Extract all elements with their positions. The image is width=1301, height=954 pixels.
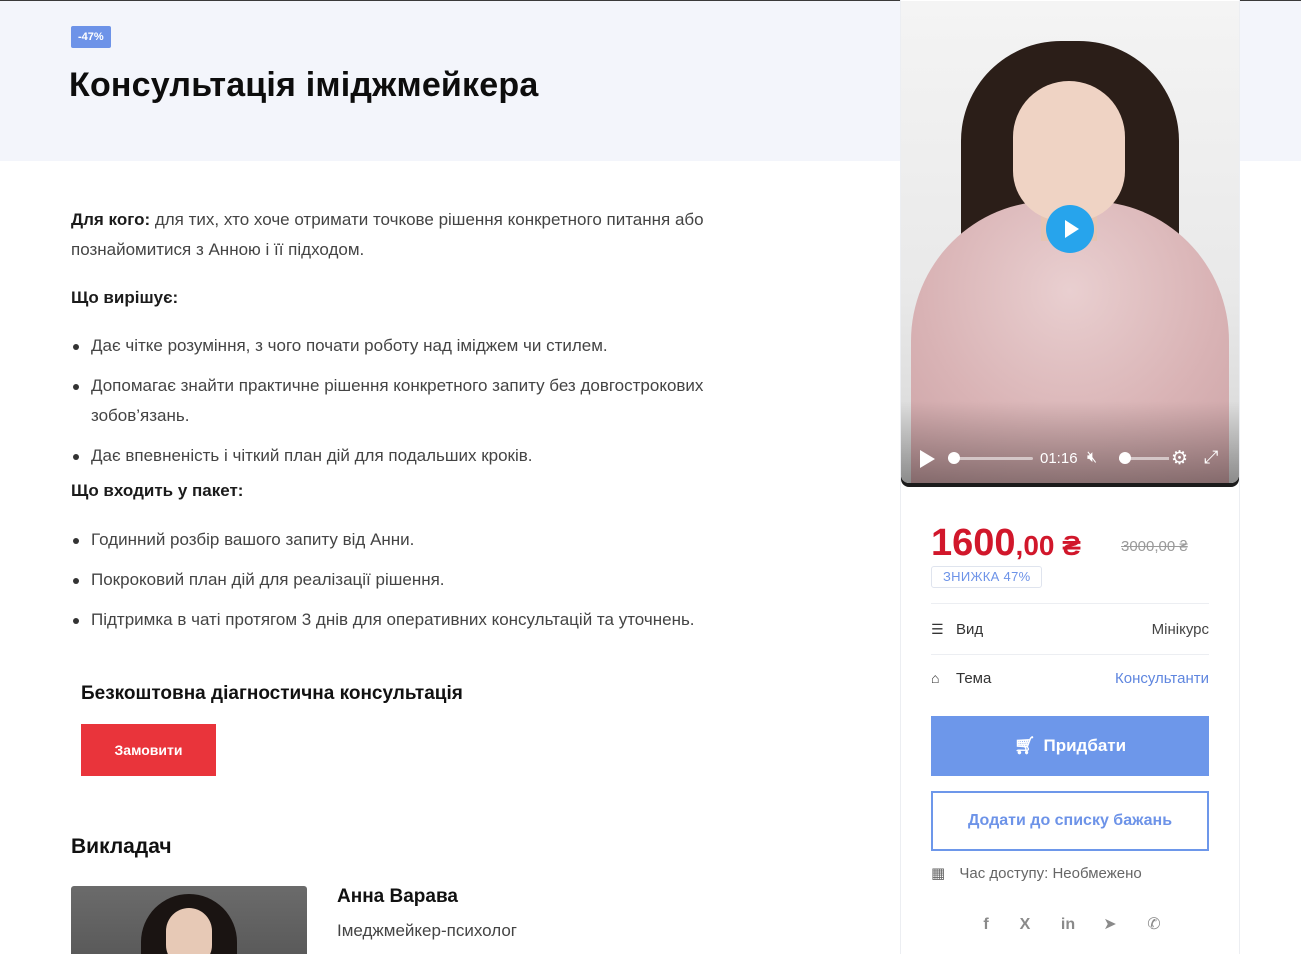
teacher-name[interactable]: Анна Варава: [337, 886, 458, 908]
access-info: ▦ Час доступу: Необмежено: [931, 864, 1142, 882]
progress-knob[interactable]: [948, 452, 960, 464]
course-description: Для кого: для тих, хто хоче отримати точ…: [71, 205, 791, 635]
mute-icon[interactable]: 🔇︎: [1087, 449, 1097, 467]
teacher-photo[interactable]: [71, 886, 307, 954]
type-row: ☰ Вид Мінікурс: [931, 619, 1209, 641]
page-title: Консультація іміджмейкера: [69, 66, 539, 104]
old-price: 3000,00 ₴: [1121, 538, 1188, 555]
volume-knob[interactable]: [1119, 452, 1131, 464]
list-item: Дає чітке розуміння, з чого почати робот…: [71, 331, 791, 361]
topic-row: ⌂ Тема Консультанти: [931, 668, 1209, 690]
for-whom-paragraph: Для кого: для тих, хто хоче отримати точ…: [71, 205, 791, 265]
list-item: Годинний розбір вашого запиту від Анни.: [71, 525, 791, 555]
x-icon[interactable]: X: [1014, 914, 1036, 936]
wishlist-button[interactable]: Додати до списку бажань: [931, 791, 1209, 851]
divider: [931, 603, 1209, 604]
tag-icon: ⌂: [931, 670, 940, 686]
facebook-icon[interactable]: f: [975, 914, 997, 936]
video-face: [1013, 81, 1125, 221]
video-time: 01:16: [1040, 450, 1078, 467]
teacher-role: Імеджмейкер-психолог: [337, 921, 517, 940]
cart-icon: 🛒︎: [1013, 736, 1036, 755]
buy-button[interactable]: 🛒︎ Придбати: [931, 716, 1209, 776]
photo-face: [166, 908, 212, 954]
settings-gear-icon[interactable]: ⚙: [1171, 447, 1188, 470]
current-price: 1600,00 ₴: [931, 522, 1081, 565]
type-label: Вид: [956, 621, 984, 638]
divider: [931, 654, 1209, 655]
teacher-heading: Викладач: [71, 835, 172, 858]
for-whom-text: для тих, хто хоче отримати точкове рішен…: [71, 210, 704, 259]
volume-slider[interactable]: [1119, 452, 1169, 464]
order-button[interactable]: Замовити: [81, 724, 216, 776]
package-heading: Що входить у пакет:: [71, 481, 244, 500]
list-item: Дає впевненість і чіткий план дій для по…: [71, 441, 791, 471]
calendar-icon: ▦: [931, 865, 946, 882]
video-player[interactable]: 01:16 🔇︎ ⚙ ⤢: [901, 1, 1239, 483]
price-cents: ,00 ₴: [1015, 530, 1081, 561]
price-main: 1600: [931, 522, 1016, 564]
list-item: Покроковий план дій для реалізації рішен…: [71, 565, 791, 595]
topic-link[interactable]: Консультанти: [1115, 670, 1209, 687]
access-value: Необмежено: [1052, 865, 1142, 882]
discount-badge: -47%: [71, 26, 111, 48]
play-overlay-button[interactable]: [1046, 205, 1094, 253]
free-consultation-title: Безкоштовна діагностична консультація: [81, 683, 463, 704]
solves-heading: Що вирішує:: [71, 288, 179, 307]
list-item: Підтримка в чаті протягом 3 днів для опе…: [71, 605, 791, 635]
discount-label: ЗНИЖКА 47%: [931, 566, 1043, 588]
viber-icon[interactable]: ✆: [1143, 914, 1165, 936]
topic-label: Тема: [956, 670, 992, 687]
sliders-icon: ☰: [931, 621, 944, 637]
buy-label: Придбати: [1043, 736, 1127, 755]
for-whom-label: Для кого:: [71, 210, 151, 229]
progress-bar[interactable]: [948, 452, 1033, 464]
access-label: Час доступу:: [959, 865, 1049, 882]
package-list: Годинний розбір вашого запиту від Анни. …: [71, 525, 791, 635]
fullscreen-icon[interactable]: ⤢: [1204, 447, 1218, 468]
video-shade: [901, 401, 1239, 483]
type-value: Мінікурс: [1151, 621, 1209, 638]
list-item: Допомагає знайти практичне рішення конкр…: [71, 371, 791, 431]
social-share: f X in ➤ ✆: [975, 914, 1165, 938]
play-icon[interactable]: [918, 448, 936, 470]
linkedin-icon[interactable]: in: [1057, 914, 1079, 936]
telegram-icon[interactable]: ➤: [1099, 914, 1121, 936]
solves-list: Дає чітке розуміння, з чого почати робот…: [71, 331, 791, 471]
